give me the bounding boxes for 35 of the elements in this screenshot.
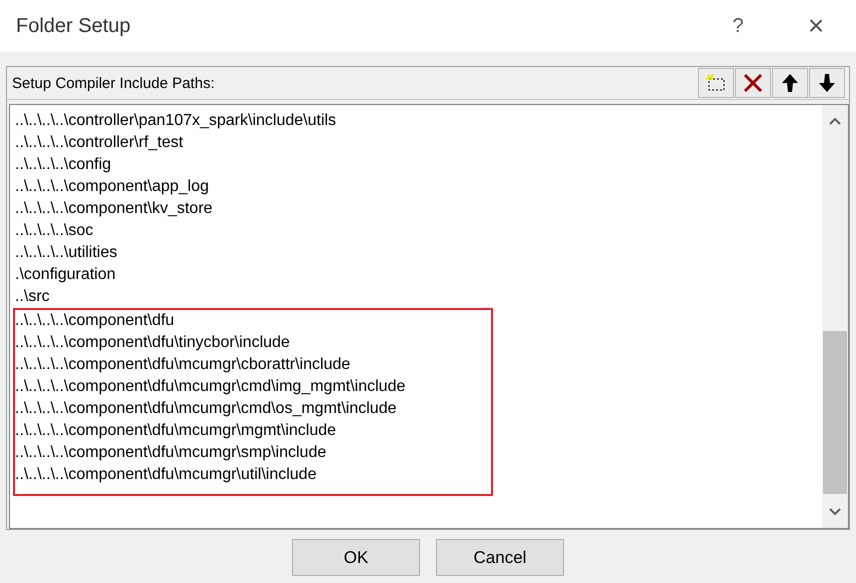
delete-icon	[742, 73, 764, 93]
delete-button[interactable]	[735, 68, 771, 98]
ok-button[interactable]: OK	[292, 539, 420, 576]
move-up-button[interactable]	[772, 68, 808, 98]
path-item[interactable]: ..\..\..\..\component\kv_store	[13, 198, 822, 220]
new-folder-icon	[705, 73, 727, 93]
scroll-down-icon[interactable]	[829, 508, 841, 516]
close-button[interactable]: ×	[790, 6, 842, 46]
path-item[interactable]: ..\..\..\..\component\dfu\mcumgr\util\include	[15, 464, 491, 486]
path-item[interactable]: ..\..\..\..\controller\rf_test	[13, 132, 822, 154]
path-item[interactable]: .\configuration	[13, 264, 822, 286]
panel-title: Setup Compiler Include Paths:	[11, 74, 216, 92]
new-folder-button[interactable]	[698, 68, 734, 98]
scrollbar-thumb[interactable]	[823, 331, 847, 494]
path-item[interactable]: ..\src	[13, 286, 822, 308]
path-item[interactable]: ..\..\..\..\component\dfu\mcumgr\cborattr\include	[15, 354, 491, 376]
window-title: Folder Setup	[16, 14, 132, 38]
path-item[interactable]: ..\..\..\..\component\dfu\mcumgr\mgmt\include	[15, 420, 491, 442]
path-item[interactable]: ..\..\..\..\component\dfu\mcumgr\cmd\img_mgmt\include	[15, 376, 491, 398]
cancel-button[interactable]: Cancel	[436, 539, 564, 576]
path-item[interactable]: ..\..\..\..\component\dfu\mcumgr\cmd\os_mgmt\include	[15, 398, 491, 420]
path-item[interactable]: ..\..\..\..\config	[13, 154, 822, 176]
path-item[interactable]: ..\..\..\..\controller\pan107x_spark\include\utils	[13, 110, 822, 132]
path-item[interactable]: ..\..\..\..\component\dfu	[15, 310, 491, 332]
up-arrow-icon	[781, 73, 799, 93]
path-item[interactable]: ..\..\..\..\component\dfu\mcumgr\smp\include	[15, 442, 491, 464]
path-item[interactable]: ..\..\..\..\component\dfu\tinycbor\include	[15, 332, 491, 354]
scrollbar[interactable]	[822, 105, 848, 528]
scroll-up-icon[interactable]	[829, 117, 841, 125]
help-button[interactable]: ?	[712, 6, 764, 46]
down-arrow-icon	[818, 73, 836, 93]
path-item[interactable]: ..\..\..\..\utilities	[13, 242, 822, 264]
move-down-button[interactable]	[809, 68, 845, 98]
path-item[interactable]: ..\..\..\..\component\app_log	[13, 176, 822, 198]
path-item[interactable]: ..\..\..\..\soc	[13, 220, 822, 242]
